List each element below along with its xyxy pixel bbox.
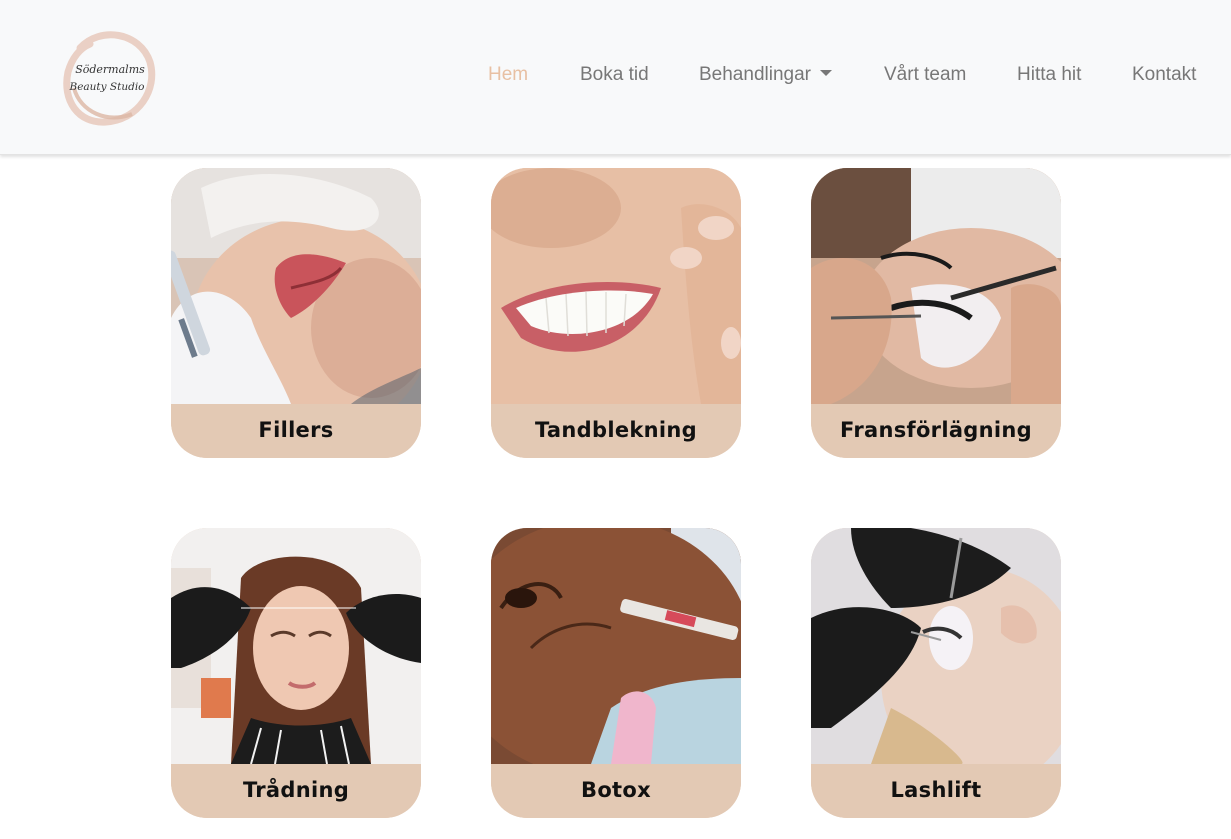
treatment-card-tandblekning[interactable]: Tandblekning	[491, 168, 741, 458]
treatment-label: Lashlift	[811, 764, 1061, 818]
nav-item-behandlingar-label: Behandlingar	[699, 64, 811, 85]
treatment-label: Fransförlägning	[811, 404, 1061, 458]
nav-item-boka-tid[interactable]: Boka tid	[580, 64, 649, 86]
treatment-card-tradning[interactable]: Trådning	[171, 528, 421, 818]
eyebrow-threading-photo	[171, 528, 421, 764]
svg-text:Beauty Studio: Beauty Studio	[68, 81, 144, 93]
treatment-card-lashlift[interactable]: Lashlift	[811, 528, 1061, 818]
lash-lift-photo	[811, 528, 1061, 764]
nav-item-behandlingar[interactable]: Behandlingar	[699, 64, 832, 86]
studio-logo[interactable]: Södermalms Beauty Studio	[60, 28, 158, 126]
treatment-label: Botox	[491, 764, 741, 818]
lash-extension-photo	[811, 168, 1061, 404]
treatment-card-fillers[interactable]: Fillers	[171, 168, 421, 458]
treatment-label: Tandblekning	[491, 404, 741, 458]
nav-item-hitta-hit[interactable]: Hitta hit	[1017, 64, 1081, 86]
navbar: Södermalms Beauty Studio Hem Boka tid Be…	[0, 0, 1231, 155]
forehead-injection-photo	[491, 528, 741, 764]
caret-down-icon	[819, 69, 832, 76]
lip-filler-photo	[171, 168, 421, 404]
treatment-card-fransforlagning[interactable]: Fransförlägning	[811, 168, 1061, 458]
treatment-label: Trådning	[171, 764, 421, 818]
white-smile-photo	[491, 168, 741, 404]
treatment-label: Fillers	[171, 404, 421, 458]
nav-item-vart-team[interactable]: Vårt team	[884, 64, 966, 86]
svg-text:Södermalms: Södermalms	[75, 63, 145, 76]
nav-item-hem[interactable]: Hem	[488, 64, 528, 86]
nav-item-kontakt[interactable]: Kontakt	[1132, 64, 1196, 86]
treatment-card-botox[interactable]: Botox	[491, 528, 741, 818]
